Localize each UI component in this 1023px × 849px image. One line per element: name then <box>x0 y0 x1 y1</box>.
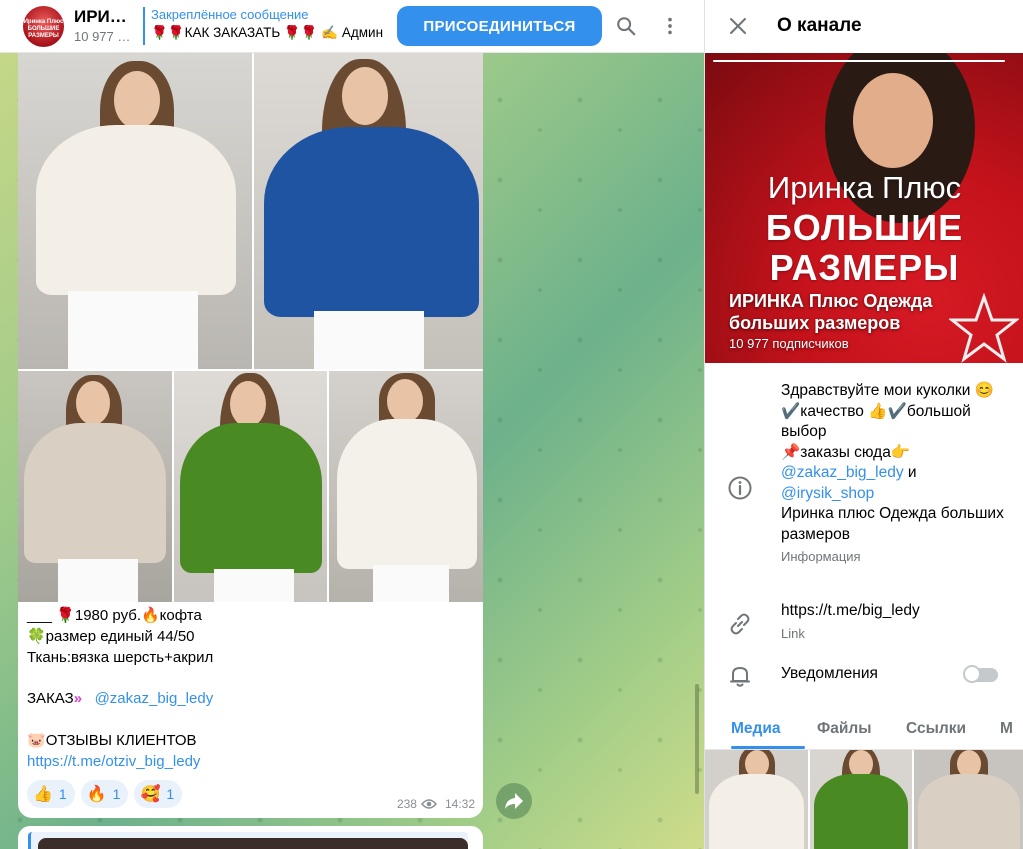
tab-media[interactable]: Медиа <box>731 720 781 738</box>
channel-avatar[interactable]: Иринка Плюс БОЛЬШИЕ РАЗМЕРЫ <box>23 6 64 47</box>
reaction-thumbs-up[interactable]: 👍 1 <box>27 780 75 808</box>
panel-title: О канале <box>777 15 862 36</box>
channel-name: ИРИНКА Плюс Одежда больших размеров <box>729 291 933 333</box>
caption-line-size: 🍀размер единый 44/50 <box>27 627 195 645</box>
pinned-message-text: 🌹🌹КАК ЗАКАЗАТЬ 🌹🌹 ✍️ Админ <box>151 25 384 40</box>
photo-beige-sweater[interactable] <box>18 371 172 602</box>
next-message-bubble[interactable] <box>18 826 483 849</box>
photo-cream-sweater[interactable] <box>18 53 252 369</box>
channel-link-label: Link <box>781 625 805 641</box>
message-meta: 238 14:32 <box>397 797 475 811</box>
chat-area: Иринка Плюс БОЛЬШИЕ РАЗМЕРЫ ИРИНКА Плюс … <box>0 0 704 849</box>
forward-button[interactable] <box>496 783 532 819</box>
description-line-4: @zakaz_big_ledy и <box>781 463 1006 484</box>
reaction-count: 1 <box>166 786 175 802</box>
cover-brand-line-3: РАЗМЕРЫ <box>769 247 960 288</box>
description-link-shop[interactable]: @irysik_shop <box>781 485 874 502</box>
smiling-face-hearts-emoji: 🥰 <box>140 786 161 803</box>
caption-reviews-line: 🐷ОТЗЫВЫ КЛИЕНТОВ <box>27 731 477 752</box>
channel-link: https://t.me/big_ledy Link <box>781 601 1006 644</box>
chat-scrollbar[interactable] <box>695 684 699 794</box>
order-arrows: » <box>73 690 83 708</box>
photo-white-sweater[interactable] <box>329 371 483 602</box>
message-caption: ___ 🌹1980 руб.🔥кофта 🍀размер единый 44/5… <box>27 606 477 772</box>
order-link[interactable]: @zakaz_big_ledy <box>95 690 214 707</box>
cover-brand-text: Иринка Плюс БОЛЬШИЕ РАЗМЕРЫ <box>705 168 1023 288</box>
description-and: и <box>903 464 917 481</box>
caption-line-price: ___ 🌹1980 руб.🔥кофта <box>27 607 202 624</box>
media-thumb-beige[interactable] <box>914 750 1023 849</box>
notifications-toggle[interactable] <box>963 665 998 683</box>
message-time: 14:32 <box>444 797 475 811</box>
cover-face <box>853 73 933 168</box>
pinned-message[interactable]: Закреплённое сообщение 🌹🌹КАК ЗАКАЗАТЬ 🌹🌹… <box>143 7 386 45</box>
join-channel-button[interactable]: ПРИСОЕДИНИТЬСЯ <box>397 6 602 46</box>
media-grid <box>705 750 1023 849</box>
reaction-count: 1 <box>58 786 67 802</box>
channel-title[interactable]: ИРИНКА Плюс Одежда больших размеров <box>74 7 134 27</box>
channel-link-value[interactable]: https://t.me/big_ledy <box>781 601 1006 622</box>
close-icon <box>730 18 746 34</box>
message-bubble[interactable]: ___ 🌹1980 руб.🔥кофта 🍀размер единый 44/5… <box>18 53 483 818</box>
description-tail: Иринка плюс Одежда больших размеров <box>781 505 1004 543</box>
reaction-fire[interactable]: 🔥 1 <box>80 780 129 808</box>
photo-blue-sweater[interactable] <box>254 53 483 369</box>
reactions-row: 👍 1 🔥 1 🥰 1 <box>27 780 183 808</box>
description-line-3: 📌заказы сюда👉 <box>781 443 911 461</box>
subscriber-count: 10 977 подписчиков <box>729 336 849 351</box>
more-options-button[interactable] <box>650 6 690 46</box>
tab-more[interactable]: М <box>1000 720 1013 738</box>
caption-order-line: ЗАКАЗ» @zakaz_big_ledy <box>27 689 477 710</box>
panel-header: О канале <box>705 0 1023 53</box>
tab-files[interactable]: Файлы <box>817 720 871 738</box>
cover-brand-line-2: БОЛЬШИЕ <box>765 207 964 248</box>
reaction-count: 1 <box>112 786 121 802</box>
reviews-link[interactable]: https://t.me/otziv_big_ledy <box>27 753 200 770</box>
channel-subscribers: 10 977 подписчиков <box>74 29 134 44</box>
more-vertical-icon <box>668 17 672 35</box>
fire-emoji: 🔥 <box>86 786 107 803</box>
cover-progress-strip <box>713 60 1005 62</box>
channel-info-panel: О канале Иринка Плюс БОЛЬШИЕ РАЗМЕРЫ ИРИ… <box>704 0 1023 849</box>
info-icon <box>728 476 752 500</box>
description-line-1: Здравствуйте мои куколки 😊 <box>781 382 994 399</box>
media-tabs: Медиа Файлы Ссылки М <box>705 706 1023 750</box>
search-icon <box>617 17 636 36</box>
caption-reviews-link-line: https://t.me/otziv_big_ledy <box>27 752 477 773</box>
photo-green-sweater[interactable] <box>174 371 327 602</box>
forward-arrow-icon <box>505 793 523 809</box>
order-label: ЗАКАЗ <box>27 690 74 708</box>
active-tab-indicator <box>731 746 805 749</box>
reaction-heart-face[interactable]: 🥰 1 <box>134 780 183 808</box>
tab-links[interactable]: Ссылки <box>906 720 966 738</box>
caption-line-fabric: Ткань:вязка шерсть+акрил <box>27 648 214 666</box>
close-panel-button[interactable] <box>718 6 758 46</box>
caption-blank-line-2 <box>27 710 477 731</box>
next-message-photo[interactable] <box>38 838 468 849</box>
reviews-icon: 🐷 <box>27 731 46 749</box>
description-label: Информация <box>781 549 861 564</box>
eye-icon <box>420 799 437 809</box>
media-thumb-green[interactable] <box>810 750 912 849</box>
cover-brand-line-1: Иринка Плюс <box>767 170 962 205</box>
link-icon <box>730 613 750 635</box>
media-thumb-cream[interactable] <box>705 750 808 849</box>
chat-header: Иринка Плюс БОЛЬШИЕ РАЗМЕРЫ ИРИНКА Плюс … <box>0 0 704 53</box>
channel-cover-image[interactable]: Иринка Плюс БОЛЬШИЕ РАЗМЕРЫ ИРИНКА Плюс … <box>705 53 1023 363</box>
reviews-label: ОТЗЫВЫ КЛИЕНТОВ <box>45 731 197 749</box>
search-button[interactable] <box>606 6 646 46</box>
channel-description: Здравствуйте мои куколки 😊 ✔️качество 👍✔… <box>781 381 1006 568</box>
description-link-zakaz[interactable]: @zakaz_big_ledy <box>781 464 904 481</box>
view-count: 238 <box>396 797 417 811</box>
pinned-message-label: Закреплённое сообщение <box>151 7 309 22</box>
bell-icon <box>730 667 750 687</box>
thumbs-up-emoji: 👍 <box>33 786 53 803</box>
description-line-2: ✔️качество 👍✔️большой выбор <box>781 402 971 441</box>
